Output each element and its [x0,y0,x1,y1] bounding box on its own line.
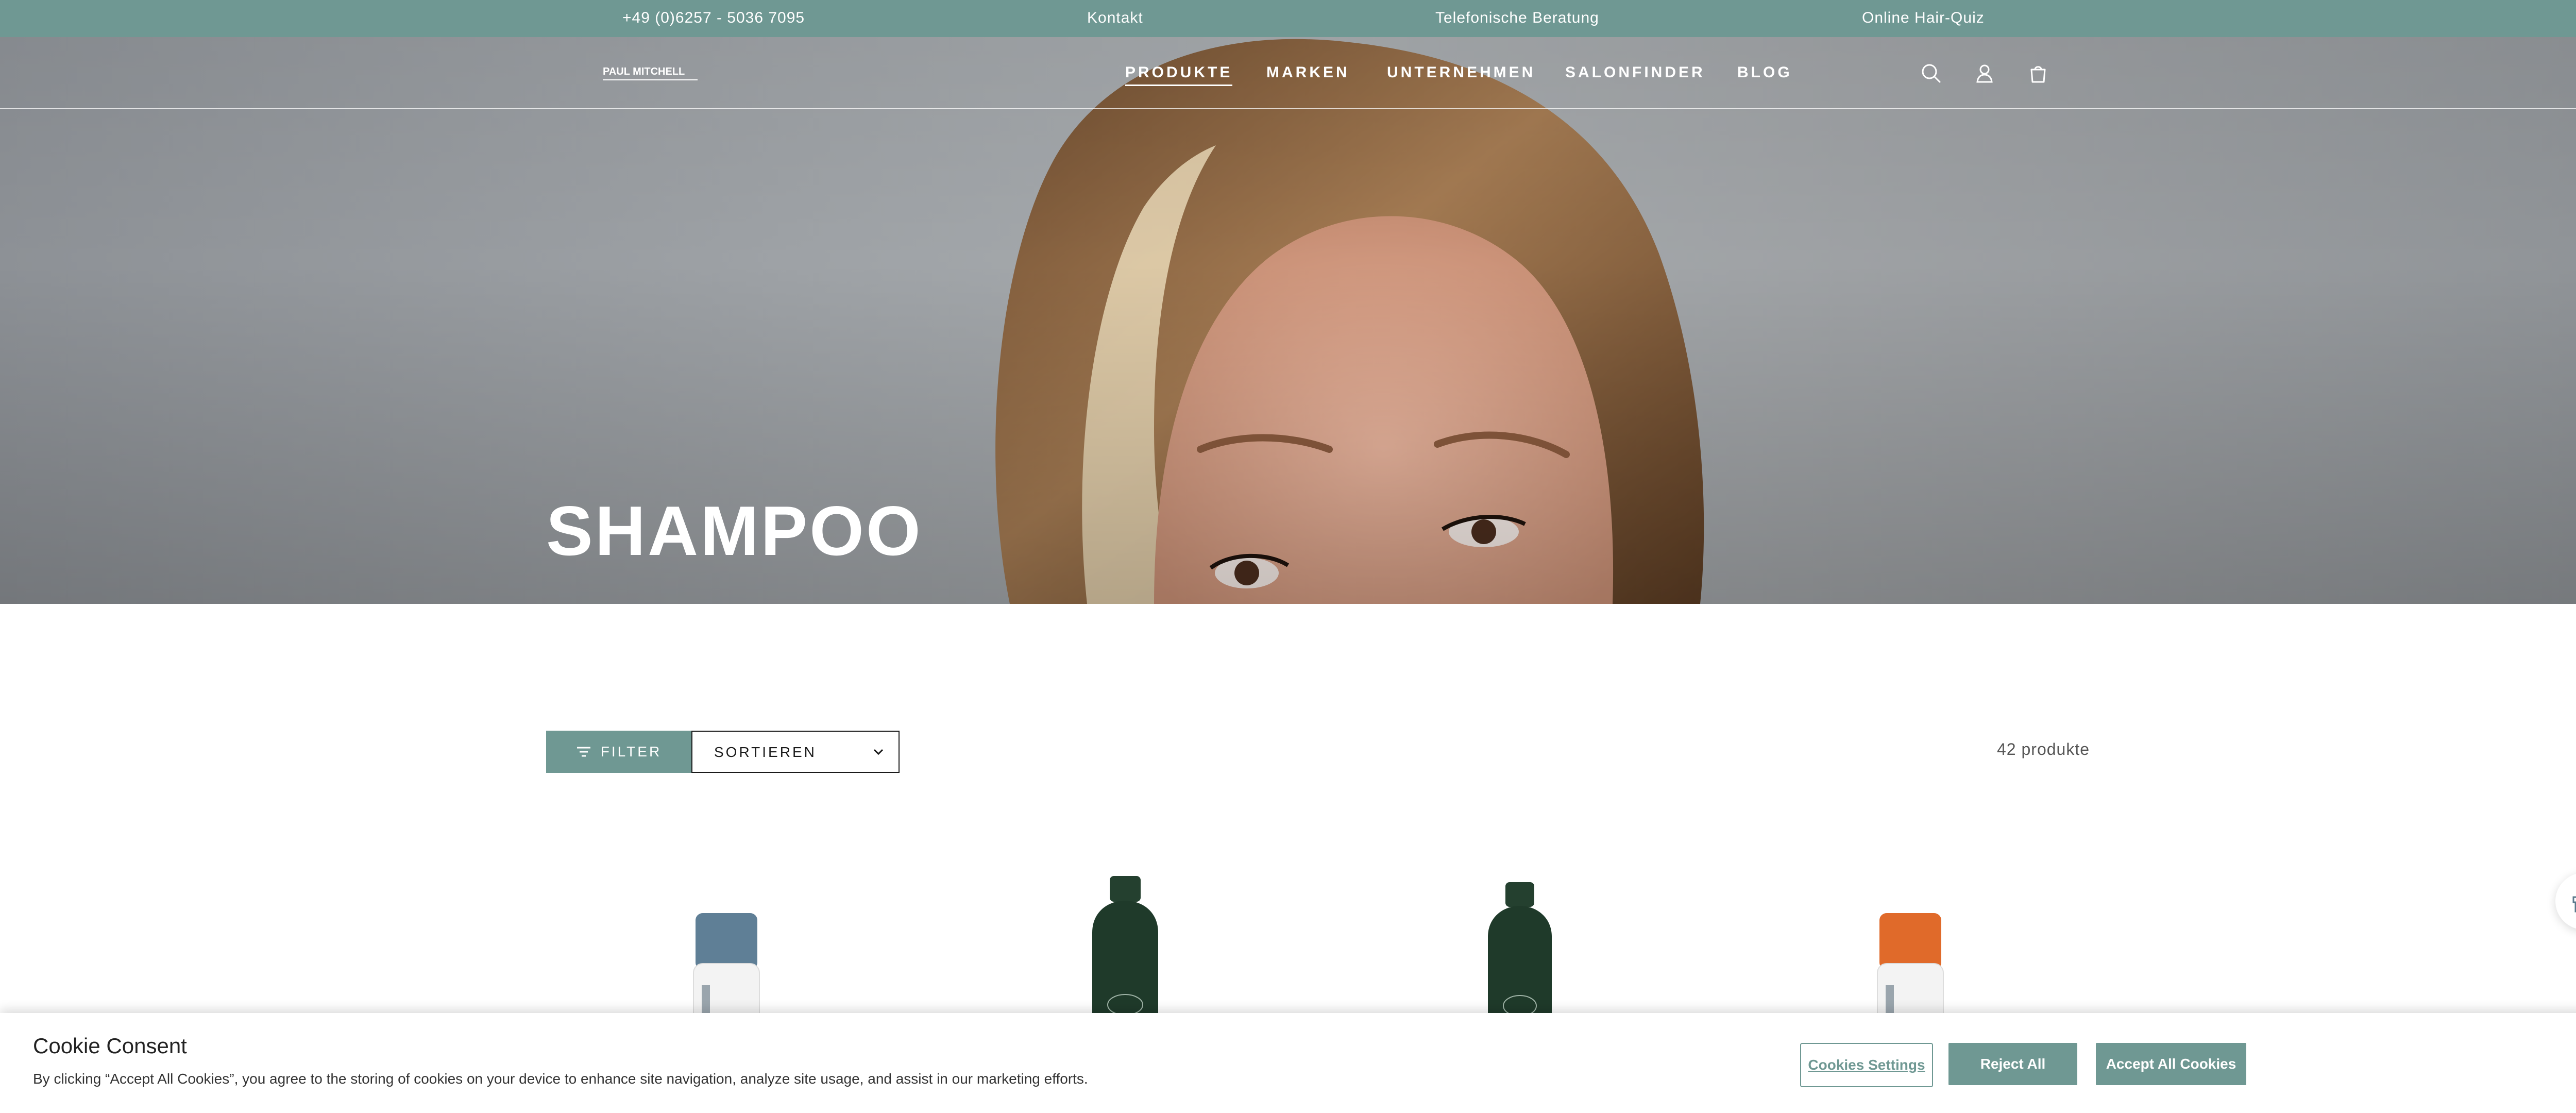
account-icon[interactable] [1973,62,1996,85]
page-title: SHAMPOO [546,492,923,570]
filter-icon [577,747,590,757]
sort-select[interactable]: SORTIEREN [691,731,900,773]
sort-label: SORTIEREN [714,744,817,760]
rewards-widget[interactable] [2555,873,2576,930]
filter-button[interactable]: FILTER [546,731,691,773]
hair-quiz-link[interactable]: Online Hair-Quiz [1862,9,1985,27]
gift-icon [2572,896,2576,913]
accept-all-button[interactable]: Accept All Cookies [2096,1043,2246,1085]
contact-link[interactable]: Kontakt [1087,9,1143,27]
phone-link[interactable]: +49 (0)6257 - 5036 7095 [622,9,805,27]
nav-marken[interactable]: MARKEN [1266,64,1350,81]
product-image [1877,913,1944,1031]
product-image [693,913,760,1031]
brand-logo[interactable]: PAUL MITCHELL [603,66,698,80]
chevron-down-icon [873,749,884,755]
nav-unternehmen[interactable]: UNTERNEHMEN [1387,64,1535,81]
top-utility-bar: +49 (0)6257 - 5036 7095 Kontakt Telefoni… [0,0,2576,37]
cookie-settings-button[interactable]: Cookies Settings [1800,1043,1933,1087]
product-count: 42 produkte [1997,740,2090,758]
phone-advice-link[interactable]: Telefonische Beratung [1435,9,1599,27]
hero-banner: PAUL MITCHELL PRODUKTE MARKEN UNTERNEHME… [0,37,2576,604]
cookie-consent-banner: Cookie Consent By clicking “Accept All C… [0,1013,2576,1113]
product-card[interactable] [644,871,809,1031]
search-icon[interactable] [1920,62,1942,85]
product-image [1092,876,1158,1025]
cookie-text: By clicking “Accept All Cookies”, you ag… [33,1071,1088,1087]
nav-produkte[interactable]: PRODUKTE [1125,64,1233,86]
cookie-title: Cookie Consent [33,1034,187,1058]
product-card[interactable] [1437,871,1602,1025]
product-image [1488,882,1552,1025]
cart-icon[interactable] [2027,62,2049,85]
hero-overlay [0,37,2576,604]
nav-salonfinder[interactable]: SALONFINDER [1565,64,1705,81]
nav-blog[interactable]: BLOG [1737,64,1792,81]
filter-label: FILTER [600,744,662,760]
product-card[interactable] [1043,871,1208,1025]
product-card[interactable] [1828,871,1993,1031]
site-header: PAUL MITCHELL PRODUKTE MARKEN UNTERNEHME… [0,37,2576,109]
reject-all-button[interactable]: Reject All [1948,1043,2077,1085]
